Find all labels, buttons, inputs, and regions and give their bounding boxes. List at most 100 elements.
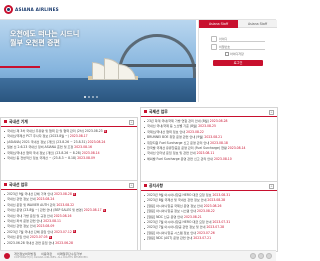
list-item-title: 국내선/국제선 PCT 주사자 정보 (2023.8월 ~) bbox=[7, 134, 69, 139]
list-item-title: 국내선 국내 가방 운임 및 규정 안내 bbox=[7, 213, 53, 218]
list-item-date: 2023.08.25 bbox=[198, 124, 216, 129]
asiana-logo-icon bbox=[4, 5, 13, 14]
id-input[interactable] bbox=[219, 36, 265, 42]
panel-international-work: 국제선 업무 + 23년 하계 국내/국제 가방 연합 관리 안내 (8월)202… bbox=[140, 107, 278, 182]
list-item-title: 국내선 운영 (23.8월 ~) 관련 안내 (BSP SALES 및 변경) bbox=[7, 208, 83, 213]
site-footer: 개인정보처리방침 이용약관 이메일무단수집거부 COPYRIGHT(C) ASI… bbox=[0, 250, 276, 261]
list-item-date: 2023.07.26 bbox=[197, 230, 215, 235]
list-item-title: 2023년 7월 아시아나항공 관련 정보 및 안내 bbox=[147, 225, 206, 230]
section-marker-icon bbox=[144, 110, 147, 113]
list-item-title: 2023년 8월 국제선 및 국내선 관련 정보 안내 bbox=[147, 198, 207, 203]
tab-asiana-staff-2[interactable]: Asiana Staff bbox=[238, 20, 277, 28]
list-item-date: 2023.08.22 bbox=[186, 129, 204, 134]
list-item-title: BRUNNEI BOE 취항 운영 관련 안내 (9월) bbox=[147, 135, 204, 140]
list-item-date: 2023.08.24 bbox=[87, 139, 106, 144]
cert-badge-icon bbox=[258, 253, 264, 259]
new-badge-icon: N bbox=[48, 235, 52, 239]
list-item-title: 2023년 9월 국내선 단체 가격 안내 bbox=[7, 192, 54, 196]
login-panel: Asiana Staff Asiana Staff 아이디저장 로그인 bbox=[198, 20, 277, 102]
list-item-date: 2023.08.22 bbox=[56, 202, 75, 207]
list-item[interactable]: [알림] NDC (AST) 운영 관련 안내2023.07.21 bbox=[144, 236, 274, 241]
list-item-date: 2023.08.28 bbox=[54, 192, 72, 196]
list-item-title: [알림] NDC (AST) 운영 관련 안내 bbox=[147, 236, 193, 241]
list-item-date: 2023.08.17 bbox=[69, 134, 88, 139]
hero-caption: 오천에도 떠나는 시드니 월부 오천편 증편 bbox=[10, 30, 94, 56]
list-item-title: 국내선 관련 정보 안내 bbox=[7, 197, 36, 202]
list-item-title: [알림] NDC 신규 운영 안내 bbox=[147, 214, 183, 219]
panel-title: 국내선 업무 bbox=[9, 182, 28, 187]
list-item-date: 2023.08.18 bbox=[210, 140, 228, 145]
login-button[interactable]: 로그인 bbox=[213, 60, 263, 66]
list-item-title: 2023.06.28 국내선 관련 운임 안내 bbox=[7, 240, 55, 245]
list-item[interactable]: 국내선 등 전반적인 정보 국제선 ~ (23.8.3 ~ 8.18)2023.… bbox=[4, 156, 134, 161]
list-item-title: 23년 하계 국내/국제 가방 연합 관리 안내 (8월) bbox=[147, 119, 209, 123]
section-marker-icon bbox=[144, 184, 147, 187]
list-item-title: 해외발 Fuel Surcharge 운영 관련 신고 관리 안내 bbox=[147, 156, 213, 161]
list-item-date: 2023.08.31 bbox=[212, 193, 231, 197]
list-item-title: 일본 선 2.6.23 국내선 정비 ASIANA 훈련 및 조정 bbox=[7, 145, 74, 150]
list-item-date: 2023.08.24 bbox=[36, 197, 55, 202]
cert-badge-icon bbox=[266, 253, 272, 259]
list-item-date: 2023.07.28 bbox=[206, 225, 225, 230]
list-item-date: 2023.08.14 bbox=[81, 150, 100, 155]
list-item[interactable]: 2023.06.28 국내선 관련 운임 안내2023.06.28 bbox=[4, 241, 134, 246]
list-item-title: [알림] 아시아나항공 정보 시스템 안내 bbox=[147, 209, 197, 214]
list-item-title: 국내선 좌석 운영 관련 안내 bbox=[7, 218, 43, 223]
cert-badge-icon bbox=[250, 253, 256, 259]
list-item-date: 2023.08.22 bbox=[197, 209, 215, 214]
list-item-date: 2023.08.28 bbox=[207, 198, 226, 203]
section-marker-icon bbox=[4, 183, 7, 186]
panel-domestic-work: 국내선 업무 + 2023년 9월 국내선 단체 가격 안내2023.08.28 N… bbox=[0, 180, 138, 252]
list-item-title: 국내선 제 3차 국내선 주유량 및 협력 단 및 협력 관리 (2차) 202… bbox=[7, 129, 103, 133]
save-id-checkbox[interactable]: 아이디저장 bbox=[225, 52, 244, 56]
user-icon bbox=[211, 36, 217, 42]
list-item-title: 국제선/국내선 협력 국내 정보 (개인) (23.8.26 ~ 8.28) bbox=[7, 150, 81, 155]
new-badge-icon: N bbox=[102, 208, 106, 212]
list-item-date: 2023.07.21 bbox=[193, 236, 212, 241]
list-item-date: 2023.08.26 bbox=[203, 203, 222, 208]
save-id-label: 아이디저장 bbox=[230, 52, 244, 56]
more-plus-icon[interactable]: + bbox=[269, 110, 274, 115]
site-header: ASIANA AIRLINES bbox=[0, 0, 276, 20]
list-item-date: 2023.08.11 bbox=[196, 151, 215, 156]
hero-line-2: 월부 오천편 증편 bbox=[10, 39, 60, 47]
list-item-title: 국내선 인터넷 운임 정보 및 관련 안내 bbox=[147, 151, 196, 156]
tab-asiana-staff[interactable]: Asiana Staff bbox=[199, 20, 238, 28]
password-input[interactable] bbox=[219, 44, 265, 50]
more-plus-icon[interactable]: + bbox=[129, 120, 134, 125]
new-badge-icon: N bbox=[103, 129, 107, 133]
list-item-date: 2023.08.16 bbox=[74, 145, 92, 150]
list-item-date: 2023.07.12 bbox=[54, 229, 72, 234]
list-item-title: 2023년 7월 국내선 단체 운임 안내 bbox=[7, 229, 54, 234]
lock-icon bbox=[211, 44, 217, 50]
list-item-date: 2023.08.17 bbox=[83, 208, 102, 213]
panel-title: 국내선 기계 bbox=[9, 119, 28, 124]
list-item-title: 취항지원 Fuel Surcharge 신고 운영 관리 안내 bbox=[147, 140, 210, 145]
list-item-date: 2023.08.09 bbox=[77, 155, 95, 160]
asiana-logo[interactable]: ASIANA AIRLINES bbox=[4, 5, 59, 14]
panel-title: 국제선 업무 bbox=[149, 109, 168, 114]
hero-line-1: 오천에도 떠나는 시드니 bbox=[10, 30, 80, 38]
list-item-title: 2023년 9월 아시아나항공 HERO 대금 요청 정보 bbox=[147, 193, 212, 197]
footer-logo-icon bbox=[4, 253, 10, 259]
panel-domestic-machine: 국내선 기계 + 국내선 제 3차 국내선 주유량 및 협력 단 및 협력 관리 … bbox=[0, 117, 138, 182]
list-item-title: 2023년 7월 아시아나항공 HERO 대금 요청 안내 bbox=[147, 219, 212, 224]
list-item-title: [알림] 아시아나항공 국제선 운영 정보 안내 bbox=[147, 203, 203, 208]
list-item-title: (ASIANA) 2021 국내선 정보 (개인) (23.8.26 ~ 23.… bbox=[7, 139, 87, 144]
hero-banner[interactable]: 오천에도 떠나는 시드니 월부 오천편 증편 bbox=[0, 20, 196, 102]
panel-notices: 공지사항 + 2023년 9월 아시아나항공 HERO 대금 요청 정보2023.… bbox=[140, 181, 278, 252]
copyright-text: COPYRIGHT(C) ASIANA AIRLINES. ALL RIGHTS… bbox=[14, 256, 89, 259]
list-item-title: [알림] 아시아나항공 시스템 정보 안내 bbox=[147, 230, 197, 235]
list-item-date: 2023.08.28 bbox=[209, 119, 228, 123]
list-item-title: 국내선 관련 정보 안내 bbox=[7, 224, 36, 229]
more-plus-icon[interactable]: + bbox=[129, 183, 134, 188]
list-item[interactable]: 해외발 Fuel Surcharge 운영 관련 신고 관리 안내2023.08… bbox=[144, 157, 274, 162]
list-item-date: 2023.06.28 bbox=[55, 240, 73, 245]
more-plus-icon[interactable]: + bbox=[269, 184, 274, 189]
new-badge-icon: N bbox=[72, 192, 76, 196]
carousel-dots[interactable] bbox=[84, 96, 98, 98]
list-item-title: 국내선 운임 안내 bbox=[7, 235, 29, 240]
certification-badges bbox=[250, 253, 272, 259]
section-marker-icon bbox=[4, 120, 7, 123]
list-item-title: 국내선 등 전반적인 정보 국제선 ~ (23.8.3 ~ 8.18) bbox=[7, 155, 77, 160]
